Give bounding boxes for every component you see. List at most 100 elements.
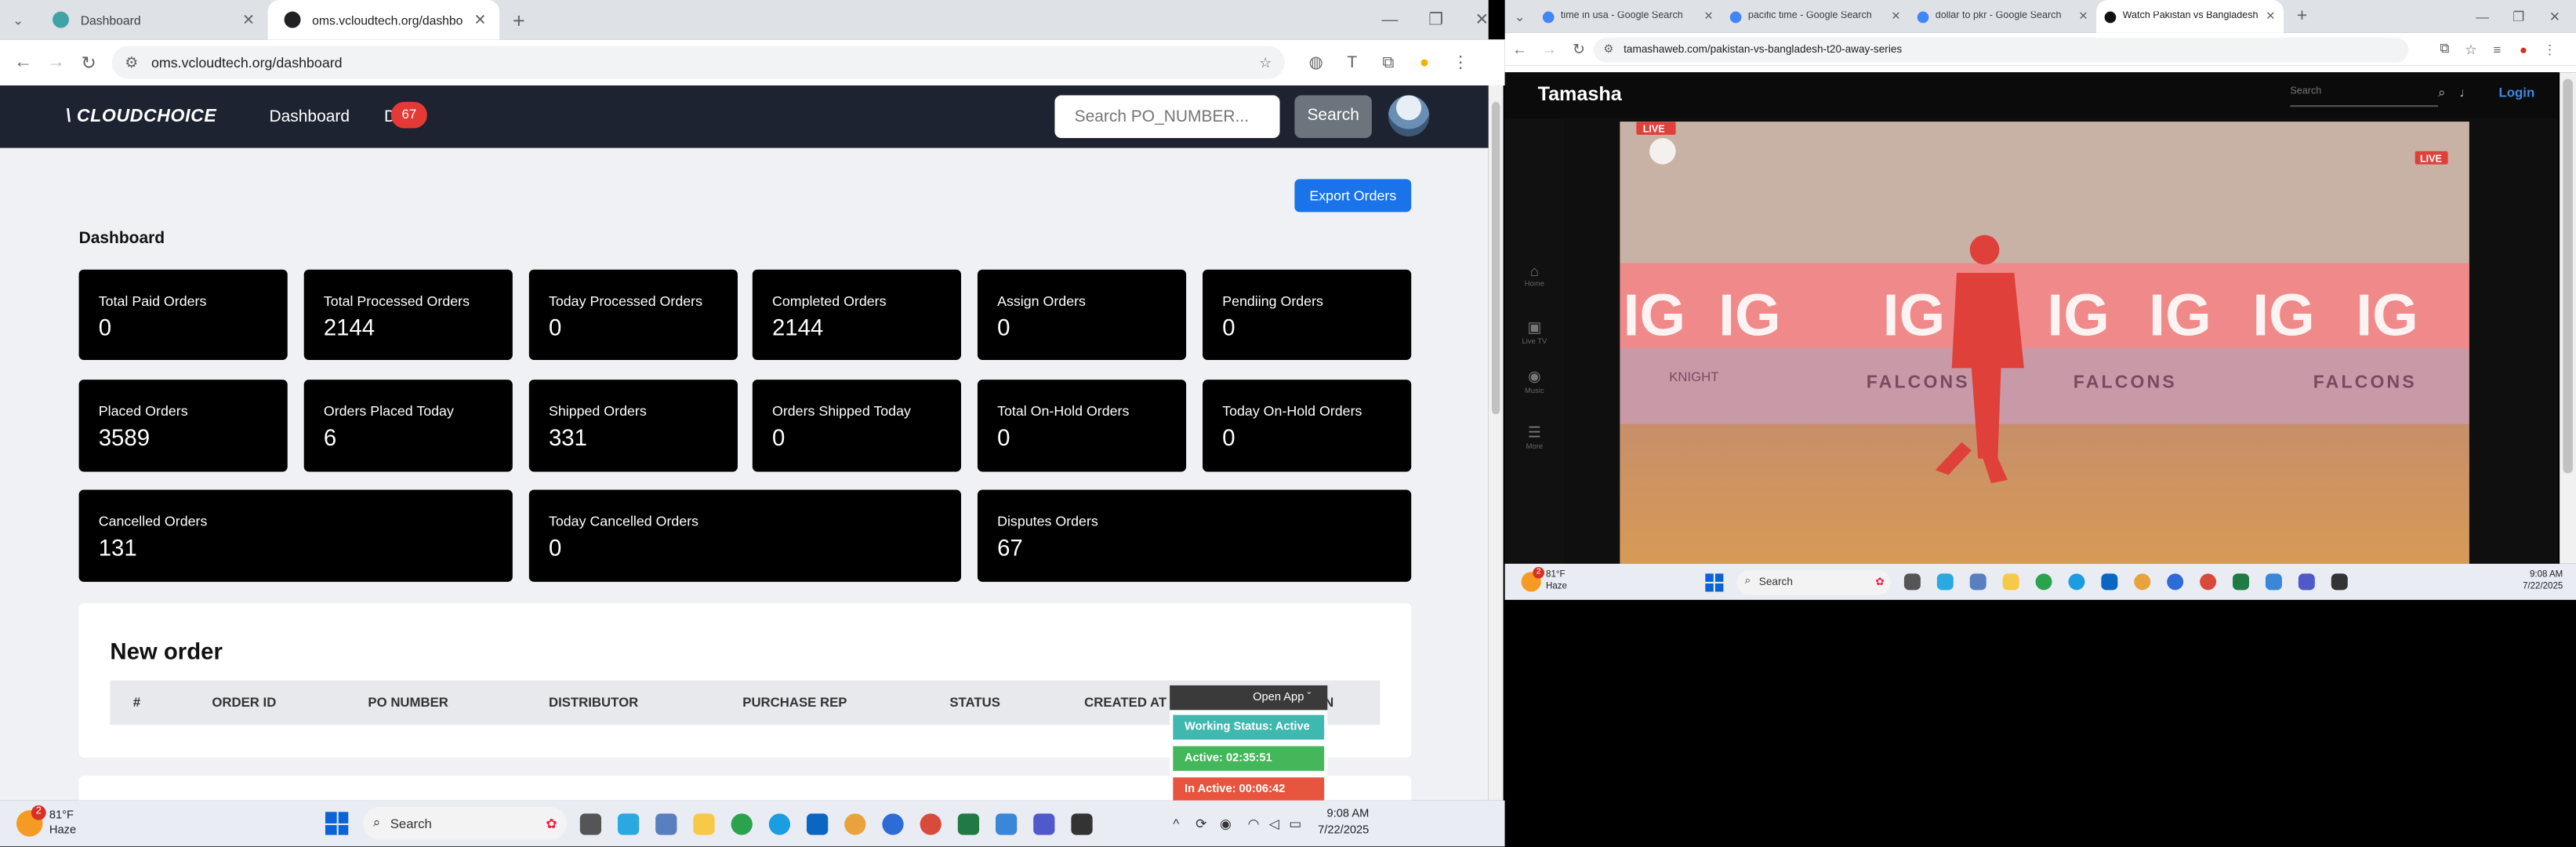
tamasha-logo[interactable]: Tamasha (1538, 82, 1622, 105)
forward-icon[interactable]: → (39, 53, 72, 72)
profile-icon[interactable]: ● (1406, 53, 1442, 71)
zoom-icon[interactable] (2167, 573, 2184, 591)
task-view-icon[interactable] (579, 812, 602, 834)
teams-icon[interactable] (1033, 812, 1055, 834)
open-app-button[interactable]: Open App (1253, 692, 1304, 703)
file-explorer-icon[interactable] (2002, 573, 2019, 591)
maximize-icon[interactable]: ❐ (1413, 11, 1459, 29)
tab-search-chevron-icon[interactable]: ⌄ (0, 13, 36, 27)
reload-icon[interactable]: ↻ (1564, 40, 1594, 58)
taskbar-search[interactable]: ⌕ Search ✿ (363, 806, 568, 840)
tab-pacific-time[interactable]: pacific time - Google Search ✕ (1722, 0, 1909, 33)
translate-icon[interactable]: T (1334, 53, 1370, 71)
app-icon-1[interactable] (617, 812, 640, 834)
chrome-icon[interactable] (2035, 573, 2052, 591)
outlook-icon[interactable] (806, 812, 829, 834)
tab-dollar-to-pkr[interactable]: dollar to pkr - Google Search ✕ (1909, 0, 2096, 33)
teams-icon[interactable] (2298, 573, 2315, 591)
chrome-active-icon[interactable] (920, 812, 942, 834)
maximize-icon[interactable]: ❐ (2501, 9, 2537, 24)
nav-dashboard[interactable]: Dashboard (269, 107, 350, 125)
app-icon-1[interactable] (1936, 573, 1954, 591)
card-today-processed-orders[interactable]: Today Processed Orders 0 (528, 269, 738, 360)
tamasha-search-input[interactable]: Search (2290, 87, 2439, 107)
reload-icon[interactable]: ↻ (72, 52, 105, 73)
taskbar-search[interactable]: ⌕ Search ✿ (1736, 569, 1892, 594)
edge-icon[interactable] (768, 812, 791, 834)
close-tab-icon[interactable]: ✕ (2266, 10, 2275, 24)
new-tab-button[interactable]: + (2284, 6, 2320, 26)
tray-sync-icon[interactable]: ⟳ (1195, 816, 1206, 831)
bookmark-star-icon[interactable]: ☆ (2458, 42, 2484, 56)
excel-icon[interactable] (2233, 573, 2250, 591)
card-today-on-hold-orders[interactable]: Today On-Hold Orders 0 (1203, 380, 1412, 472)
card-cancelled-orders[interactable]: Cancelled Orders 131 (78, 489, 513, 582)
address-bar[interactable]: ⚙ oms.vcloudtech.org/dashboard ☆ (111, 45, 1285, 79)
chrome-profile-icon[interactable] (2134, 573, 2151, 591)
calculator-icon[interactable] (1969, 573, 1986, 591)
card-shipped-orders[interactable]: Shipped Orders 331 (528, 380, 738, 472)
weather-widget[interactable]: 2 81°F Haze (1521, 567, 1620, 593)
task-view-icon[interactable] (1903, 573, 1921, 591)
chrome-icon[interactable] (731, 812, 753, 834)
close-tab-icon[interactable]: ✕ (1704, 10, 1714, 24)
tray-app-icon[interactable]: ◉ (1220, 816, 1232, 831)
excel-icon[interactable] (957, 812, 980, 834)
volume-icon[interactable]: ◁ (1269, 816, 1279, 831)
wifi-icon[interactable]: ◠ (1248, 816, 1260, 831)
snipping-icon[interactable] (2265, 573, 2282, 591)
card-placed-orders[interactable]: Placed Orders 3589 (78, 380, 288, 472)
address-bar[interactable]: ⚙ tamashaweb.com/pakistan-vs-bangladesh-… (1593, 37, 2409, 62)
video-player[interactable]: IG IG IG IG IG IG IG FALCONS FALCONS FAL… (1620, 122, 2469, 564)
site-info-icon[interactable]: ⚙ (125, 53, 138, 71)
profile-icon[interactable]: ● (2510, 42, 2537, 56)
card-total-processed-orders[interactable]: Total Processed Orders 2144 (303, 269, 513, 360)
chrome-profile-icon[interactable] (844, 812, 866, 834)
extensions-puzzle-icon[interactable]: ⧉ (1370, 53, 1406, 71)
cloudchoice-logo[interactable]: \ CLOUDCHOICE (66, 107, 217, 126)
scrollbar-thumb[interactable] (1491, 101, 1500, 415)
taskbar-clock[interactable]: 9:08 AM 7/22/2025 (2523, 570, 2563, 593)
taskbar-clock[interactable]: 9:08 AM 7/22/2025 (1318, 807, 1369, 840)
card-today-cancelled-orders[interactable]: Today Cancelled Orders 0 (528, 489, 961, 582)
back-icon[interactable]: ← (1505, 41, 1535, 57)
close-tab-icon[interactable]: ✕ (242, 11, 255, 29)
bookmark-star-icon[interactable]: ☆ (1259, 53, 1272, 71)
close-window-icon[interactable]: ✕ (1459, 11, 1505, 29)
tab-oms-dashboard[interactable]: oms.vcloudtech.org/dashboard ✕ (267, 0, 500, 40)
windows-start-icon[interactable] (1705, 573, 1724, 591)
media-control-icon[interactable]: ≡ (2484, 42, 2511, 56)
minimize-icon[interactable]: — (2465, 9, 2501, 24)
sidebar-item-music[interactable]: ◉ Music (1505, 368, 1564, 394)
edge-icon[interactable] (2068, 573, 2085, 591)
tab-time-in-usa[interactable]: time in usa - Google Search ✕ (1534, 0, 1722, 33)
new-tab-button[interactable]: + (499, 7, 538, 31)
tamasha-search-icon[interactable]: ⌕ (2438, 85, 2445, 102)
tab-search-chevron-icon[interactable]: ⌄ (1505, 9, 1535, 24)
sidebar-item-live-tv[interactable]: ▣ Live TV (1505, 319, 1564, 346)
calculator-icon[interactable] (655, 812, 677, 834)
tab-dashboard[interactable]: Dashboard ✕ (36, 0, 267, 39)
outlook-icon[interactable] (2101, 573, 2118, 591)
card-assign-orders[interactable]: Assign Orders 0 (977, 269, 1187, 360)
search-button[interactable]: Search (1294, 95, 1372, 139)
menu-dots-icon[interactable]: ⋮ (1442, 53, 1478, 71)
zoom-icon[interactable] (882, 812, 904, 834)
extension-circle-icon[interactable]: ◍ (1298, 53, 1334, 71)
close-tab-icon[interactable]: ✕ (2078, 10, 2088, 24)
open-app-bar[interactable]: Open App ˇ (1170, 685, 1328, 711)
forward-icon[interactable]: → (1534, 41, 1564, 57)
site-info-icon[interactable]: ⚙ (1603, 42, 1613, 56)
left-page-scrollbar[interactable] (1488, 85, 1504, 801)
terminal-icon[interactable] (1071, 812, 1093, 834)
user-avatar[interactable] (1388, 95, 1430, 136)
menu-dots-icon[interactable]: ⋮ (2537, 42, 2563, 56)
tab-watch-pakistan[interactable]: Watch Pakistan vs Bangladesh ✕ (2096, 0, 2284, 33)
card-total-paid-orders[interactable]: Total Paid Orders 0 (78, 269, 288, 360)
card-completed-orders[interactable]: Completed Orders 2144 (752, 269, 961, 360)
card-orders-shipped-today[interactable]: Orders Shipped Today 0 (752, 380, 961, 472)
close-window-icon[interactable]: ✕ (2537, 9, 2573, 24)
card-total-on-hold-orders[interactable]: Total On-Hold Orders 0 (977, 380, 1187, 472)
snipping-icon[interactable] (995, 812, 1018, 834)
weather-widget[interactable]: 2 81°F Haze (16, 805, 132, 838)
